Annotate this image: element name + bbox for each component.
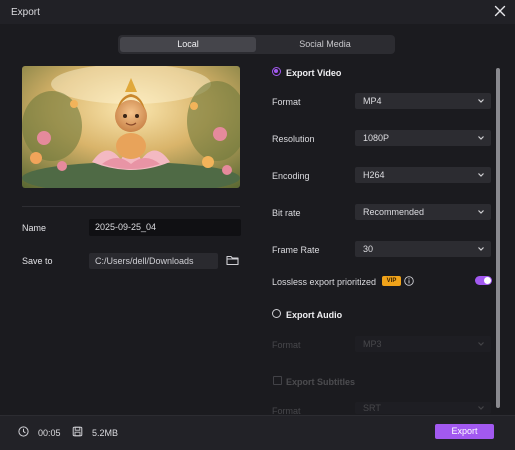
tab-social-media[interactable]: Social Media xyxy=(257,37,393,52)
tab-bar: Local Social Media xyxy=(118,35,395,54)
format-select[interactable]: MP4 xyxy=(355,93,491,109)
vip-badge: VIP xyxy=(382,276,401,286)
tab-local[interactable]: Local xyxy=(120,37,256,52)
clock-icon xyxy=(18,426,29,437)
encoding-value: H264 xyxy=(363,170,385,180)
bit-rate-select[interactable]: Recommended xyxy=(355,204,491,220)
file-size-icon xyxy=(72,426,83,437)
export-audio-radio[interactable] xyxy=(272,309,281,318)
audio-format-select[interactable]: MP3 xyxy=(355,336,491,352)
chevron-down-icon xyxy=(477,208,485,216)
resolution-label: Resolution xyxy=(272,134,315,144)
info-icon[interactable] xyxy=(404,276,414,286)
export-button[interactable]: Export xyxy=(435,424,494,439)
name-input[interactable]: 2025-09-25_04 xyxy=(89,219,241,236)
audio-format-value: MP3 xyxy=(363,339,382,349)
frame-rate-value: 30 xyxy=(363,244,374,254)
lossless-toggle[interactable] xyxy=(475,276,492,285)
name-label: Name xyxy=(22,223,47,233)
encoding-select[interactable]: H264 xyxy=(355,167,491,183)
frame-rate-select[interactable]: 30 xyxy=(355,241,491,257)
bit-rate-label: Bit rate xyxy=(272,208,301,218)
folder-icon[interactable] xyxy=(226,254,239,266)
duration-text: 00:05 xyxy=(38,428,61,438)
file-size-text: 5.2MB xyxy=(92,428,119,438)
divider xyxy=(22,206,240,207)
export-audio-title: Export Audio xyxy=(286,310,343,320)
format-value: MP4 xyxy=(363,96,382,106)
save-path-field[interactable]: C:/Users/dell/Downloads xyxy=(89,253,218,269)
video-preview-thumbnail xyxy=(22,66,240,188)
lossless-export-label: Lossless export prioritized xyxy=(272,277,377,287)
close-icon[interactable] xyxy=(494,5,506,17)
bit-rate-value: Recommended xyxy=(363,207,425,217)
title-bar: Export xyxy=(0,0,515,24)
window-title: Export xyxy=(11,7,40,18)
format-label: Format xyxy=(272,97,301,107)
frame-rate-label: Frame Rate xyxy=(272,245,320,255)
chevron-down-icon xyxy=(477,245,485,253)
scrollbar[interactable] xyxy=(496,68,500,408)
export-video-title: Export Video xyxy=(286,68,342,78)
audio-format-label: Format xyxy=(272,340,301,350)
chevron-down-icon xyxy=(477,171,485,179)
resolution-value: 1080P xyxy=(363,133,390,143)
chevron-down-icon xyxy=(477,134,485,142)
chevron-down-icon xyxy=(477,404,485,412)
export-subtitles-title: Export Subtitles xyxy=(286,377,356,387)
chevron-down-icon xyxy=(477,340,485,348)
encoding-label: Encoding xyxy=(272,171,310,181)
resolution-select[interactable]: 1080P xyxy=(355,130,491,146)
export-video-radio[interactable] xyxy=(272,67,281,76)
save-to-label: Save to xyxy=(22,256,53,266)
export-subtitles-checkbox[interactable] xyxy=(273,376,282,385)
subtitles-format-select[interactable]: SRT xyxy=(355,402,491,414)
subtitles-format-value: SRT xyxy=(363,403,381,413)
chevron-down-icon xyxy=(477,97,485,105)
